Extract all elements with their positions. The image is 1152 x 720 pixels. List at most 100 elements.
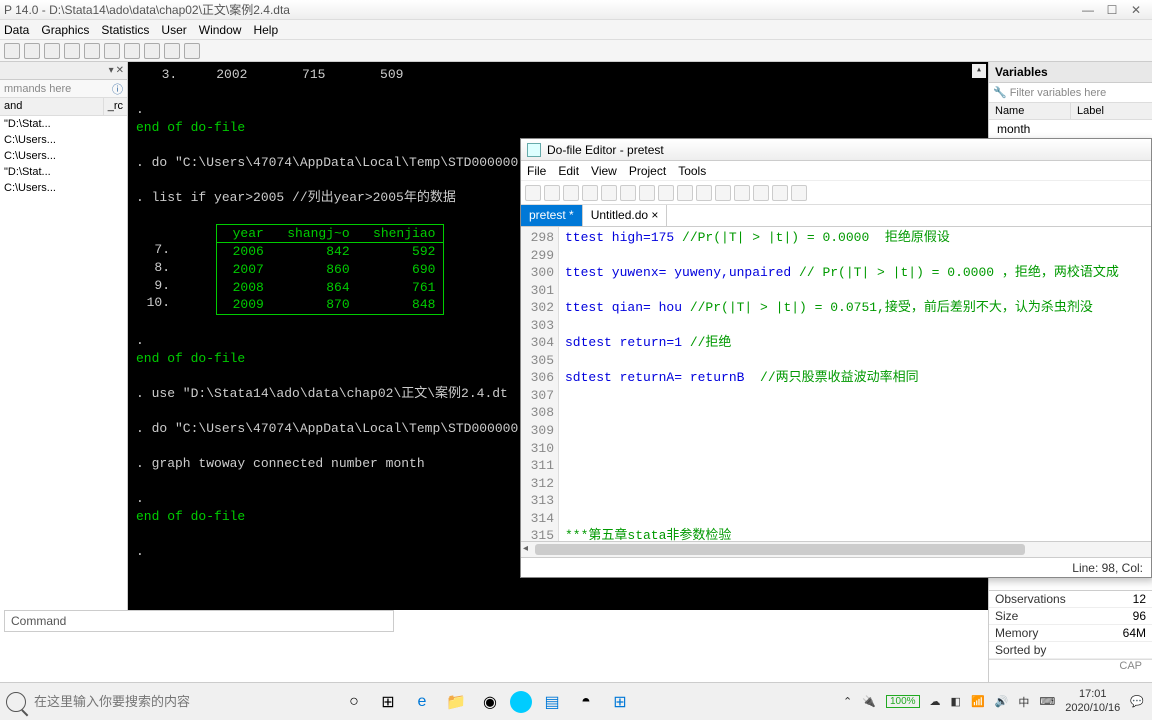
prop-value: 96 <box>1133 609 1146 623</box>
find-icon[interactable] <box>601 185 617 201</box>
power-icon[interactable]: 🔌 <box>862 695 876 708</box>
history-item[interactable]: C:\Users... <box>0 132 127 148</box>
taskview-icon[interactable]: ⊞ <box>374 688 402 716</box>
copy-icon[interactable] <box>639 185 655 201</box>
new-icon[interactable] <box>525 185 541 201</box>
history-filter[interactable]: mmands hereⓘ <box>0 80 127 98</box>
minimize-button[interactable]: — <box>1076 3 1100 17</box>
print-icon[interactable] <box>44 43 60 59</box>
more-icon[interactable] <box>164 43 180 59</box>
chrome-icon[interactable]: ◉ <box>476 688 504 716</box>
close-button[interactable]: ✕ <box>1124 3 1148 17</box>
execute-icon[interactable] <box>791 185 807 201</box>
dofile-tab-pretest[interactable]: pretest * <box>521 205 583 226</box>
domenu-tools[interactable]: Tools <box>678 164 706 178</box>
battery-indicator[interactable]: 100% <box>886 695 920 708</box>
volume-icon[interactable]: 🔊 <box>995 695 1009 708</box>
redo-icon[interactable] <box>696 185 712 201</box>
tray-up-icon[interactable]: ⌃ <box>843 695 852 708</box>
menu-help[interactable]: Help <box>253 23 278 37</box>
code-content[interactable]: ttest high=175 //Pr(|T| > |t|) = 0.0000 … <box>559 227 1151 541</box>
dofile-statusbar: Line: 98, Col: <box>521 557 1151 577</box>
prop-value: 12 <box>1133 592 1146 606</box>
clock[interactable]: 17:01 2020/10/16 <box>1065 688 1120 714</box>
log-icon[interactable] <box>64 43 80 59</box>
break-icon[interactable] <box>184 43 200 59</box>
domenu-project[interactable]: Project <box>629 164 666 178</box>
dofile-title: Do-file Editor - pretest <box>547 143 664 157</box>
stata-icon[interactable]: ⊞ <box>606 688 634 716</box>
save-icon[interactable] <box>563 185 579 201</box>
command-box-label[interactable]: Command <box>4 610 394 632</box>
menu-data[interactable]: Data <box>4 23 29 37</box>
dofile-code-area[interactable]: 298 299 300 301 302 303 304 305 306 307 … <box>521 227 1151 541</box>
graph-icon[interactable] <box>84 43 100 59</box>
prop-label: Observations <box>995 592 1133 606</box>
save-icon[interactable] <box>24 43 40 59</box>
window-titlebar: P 14.0 - D:\Stata14\ado\data\chap02\正文\案… <box>0 0 1152 20</box>
explorer-icon[interactable]: 📁 <box>442 688 470 716</box>
history-item[interactable]: C:\Users... <box>0 148 127 164</box>
edge-icon[interactable]: e <box>408 688 436 716</box>
properties-panel: Observations12 Size96 Memory64M Sorted b… <box>988 590 1152 682</box>
dofile-titlebar[interactable]: Do-file Editor - pretest <box>521 139 1151 161</box>
scroll-up-icon[interactable]: ▴ <box>972 64 986 78</box>
dofile-tab-untitled[interactable]: Untitled.do × <box>583 205 668 226</box>
scrollbar-thumb[interactable] <box>535 544 1025 555</box>
menu-window[interactable]: Window <box>199 23 242 37</box>
caps-indicator: CAP <box>989 659 1152 672</box>
file-icon[interactable]: ▤ <box>538 688 566 716</box>
paste-icon[interactable] <box>658 185 674 201</box>
cut-icon[interactable] <box>620 185 636 201</box>
browse-icon[interactable] <box>144 43 160 59</box>
results-dot: . <box>136 101 980 119</box>
prop-label: Sorted by <box>995 643 1146 657</box>
menu-user[interactable]: User <box>161 23 186 37</box>
bookmark-icon[interactable] <box>753 185 769 201</box>
dofile-menubar: File Edit View Project Tools <box>521 161 1151 181</box>
history-item[interactable]: "D:\Stat... <box>0 116 127 132</box>
system-tray: ⌃ 🔌 100% ☁ ◧ 📶 🔊 中 ⌨ 17:01 2020/10/16 💬 <box>835 688 1152 714</box>
history-item[interactable]: C:\Users... <box>0 180 127 196</box>
run-icon[interactable] <box>772 185 788 201</box>
editor-icon[interactable] <box>124 43 140 59</box>
obs-icon[interactable]: ◓ <box>572 688 600 716</box>
prop-label: Memory <box>995 626 1123 640</box>
menu-graphics[interactable]: Graphics <box>41 23 89 37</box>
wifi-icon[interactable]: 📶 <box>971 695 985 708</box>
domenu-file[interactable]: File <box>527 164 546 178</box>
dofile-icon[interactable] <box>104 43 120 59</box>
indent-icon[interactable] <box>715 185 731 201</box>
scroll-left-icon[interactable]: ◂ <box>523 543 528 554</box>
keyboard-icon[interactable]: ⌨ <box>1039 695 1055 708</box>
outdent-icon[interactable] <box>734 185 750 201</box>
variables-title: Variables <box>989 62 1152 83</box>
open-icon[interactable] <box>4 43 20 59</box>
dofile-editor-window[interactable]: Do-file Editor - pretest File Edit View … <box>520 138 1152 578</box>
variable-item[interactable]: month <box>989 120 1152 138</box>
menu-statistics[interactable]: Statistics <box>101 23 149 37</box>
cortana-icon[interactable]: ○ <box>340 688 368 716</box>
undo-icon[interactable] <box>677 185 693 201</box>
history-list[interactable]: "D:\Stat... C:\Users... C:\Users... "D:\… <box>0 116 127 610</box>
history-item[interactable]: "D:\Stat... <box>0 164 127 180</box>
app-icon[interactable] <box>510 691 532 713</box>
print-icon[interactable] <box>582 185 598 201</box>
domenu-view[interactable]: View <box>591 164 617 178</box>
maximize-button[interactable]: ☐ <box>1100 3 1124 17</box>
variables-header: NameLabel <box>989 103 1152 120</box>
ime-icon[interactable]: 中 <box>1018 694 1029 710</box>
notifications-icon[interactable]: 💬 <box>1130 695 1144 708</box>
history-panel: ▾✕ mmands hereⓘ and _rc "D:\Stat... C:\U… <box>0 62 128 610</box>
cloud-icon[interactable]: ☁ <box>930 695 941 708</box>
search-icon[interactable] <box>6 692 26 712</box>
filter-icon: 🔧 <box>993 86 1007 99</box>
app-tray-icon[interactable]: ◧ <box>951 695 961 708</box>
variables-filter[interactable]: 🔧 Filter variables here <box>989 83 1152 103</box>
results-line: 3. 2002 715 509 <box>146 66 980 84</box>
domenu-edit[interactable]: Edit <box>558 164 579 178</box>
dofile-icon <box>527 143 541 157</box>
open-icon[interactable] <box>544 185 560 201</box>
taskbar-search-input[interactable] <box>30 690 320 713</box>
horizontal-scrollbar[interactable]: ◂ <box>521 541 1151 557</box>
